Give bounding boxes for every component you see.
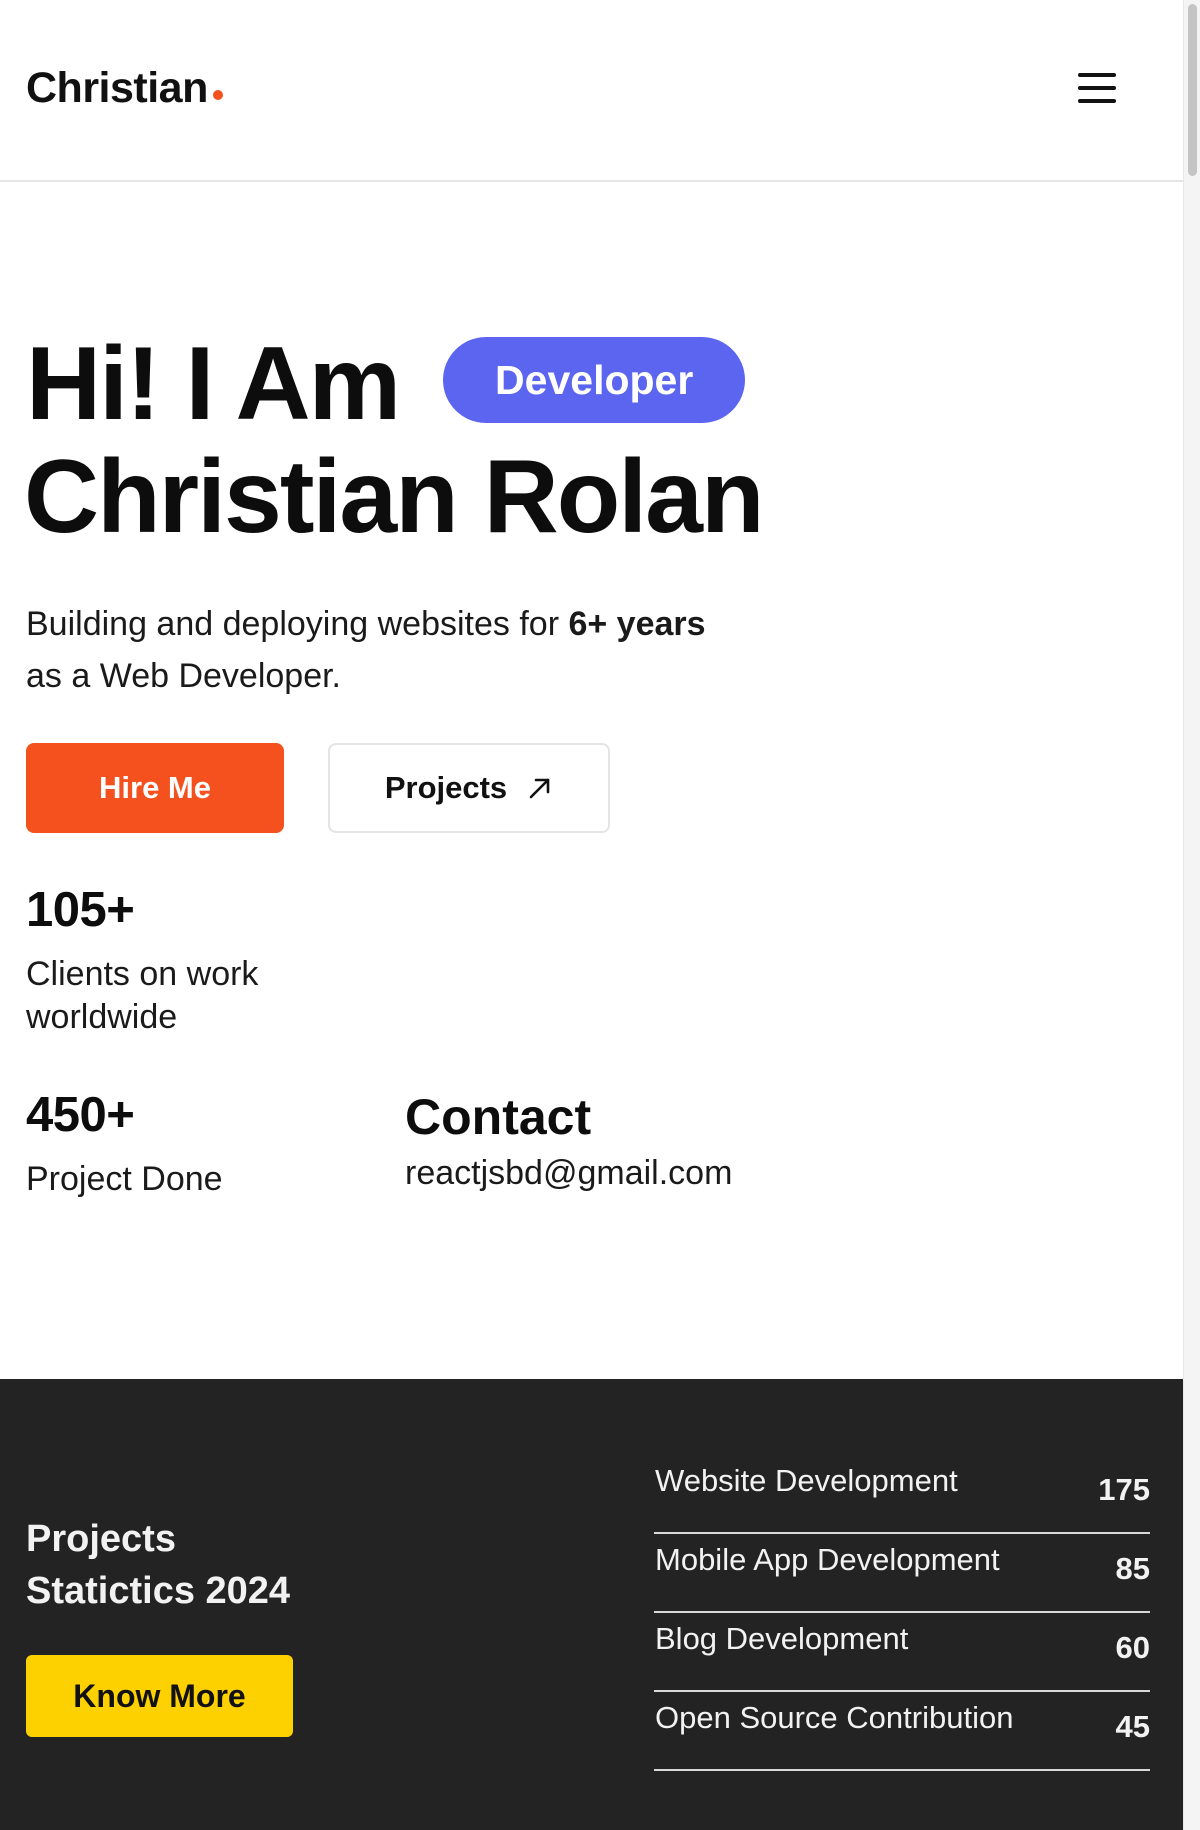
hamburger-menu-icon[interactable]	[1070, 66, 1124, 110]
contact-email-link[interactable]: reactjsbd@gmail.com	[405, 1154, 732, 1193]
contact-title: Contact	[405, 1089, 592, 1145]
intro-highlight: 6+ years	[568, 605, 706, 643]
hero-name: Christian Rolan	[24, 439, 765, 555]
clients-count: 105+	[26, 883, 135, 937]
stat-row-label: Mobile App Development	[655, 1542, 1000, 1577]
hero-heading-line1: Hi! I Am Developer	[26, 322, 746, 446]
projects-count: 450+	[26, 1088, 135, 1142]
hire-me-button[interactable]: Hire Me	[26, 743, 284, 833]
clients-label-line1: Clients on work	[26, 955, 259, 993]
stat-row-label: Open Source Contribution	[655, 1700, 1014, 1735]
projects-done-label: Project Done	[26, 1160, 223, 1198]
arrow-up-right-icon	[529, 778, 550, 799]
statistics-list: Website Development 175 Mobile App Devel…	[654, 1455, 1150, 1771]
stat-row-open-source-contribution: Open Source Contribution 45	[654, 1692, 1150, 1771]
intro-prefix: Building and deploying websites for	[26, 605, 560, 643]
site-logo[interactable]: Christian	[26, 64, 223, 113]
stat-row-value: 175	[1098, 1472, 1150, 1507]
stat-row-blog-development: Blog Development 60	[654, 1613, 1150, 1692]
hero-greeting: Hi! I Am	[26, 326, 401, 442]
clients-label: Clients on work worldwide	[26, 953, 258, 1039]
hero-intro: Building and deploying websites for 6+ y…	[26, 598, 826, 702]
statistics-heading-line2: Statictics 2024	[26, 1570, 291, 1612]
menu-bar-top	[1078, 73, 1116, 77]
menu-bar-bottom	[1078, 99, 1116, 103]
stat-row-website-development: Website Development 175	[654, 1455, 1150, 1534]
stat-row-mobile-app-development: Mobile App Development 85	[654, 1534, 1150, 1613]
scrollbar-thumb[interactable]	[1188, 4, 1197, 176]
statistics-heading-line1: Projects	[26, 1518, 176, 1560]
stat-row-value: 85	[1115, 1551, 1150, 1586]
role-badge: Developer	[443, 337, 746, 423]
stat-row-label: Blog Development	[655, 1621, 909, 1656]
intro-suffix: as a Web Developer.	[26, 657, 341, 695]
stat-row-value: 60	[1115, 1630, 1150, 1665]
projects-button-label: Projects	[384, 770, 508, 805]
know-more-button[interactable]: Know More	[26, 1655, 293, 1737]
stat-row-value: 45	[1115, 1709, 1150, 1744]
menu-bar-middle	[1078, 86, 1116, 90]
project-statistics-section: Projects Statictics 2024 Know More Websit…	[0, 1379, 1183, 1830]
logo-dot-icon	[212, 90, 223, 100]
stat-row-label: Website Development	[655, 1463, 958, 1498]
clients-label-line2: worldwide	[26, 998, 178, 1036]
site-header: Christian	[0, 0, 1183, 182]
logo-text: Christian	[26, 64, 208, 112]
statistics-heading: Projects Statictics 2024	[26, 1513, 290, 1617]
projects-button[interactable]: Projects	[328, 743, 610, 833]
page-scrollbar[interactable]	[1183, 0, 1200, 1830]
